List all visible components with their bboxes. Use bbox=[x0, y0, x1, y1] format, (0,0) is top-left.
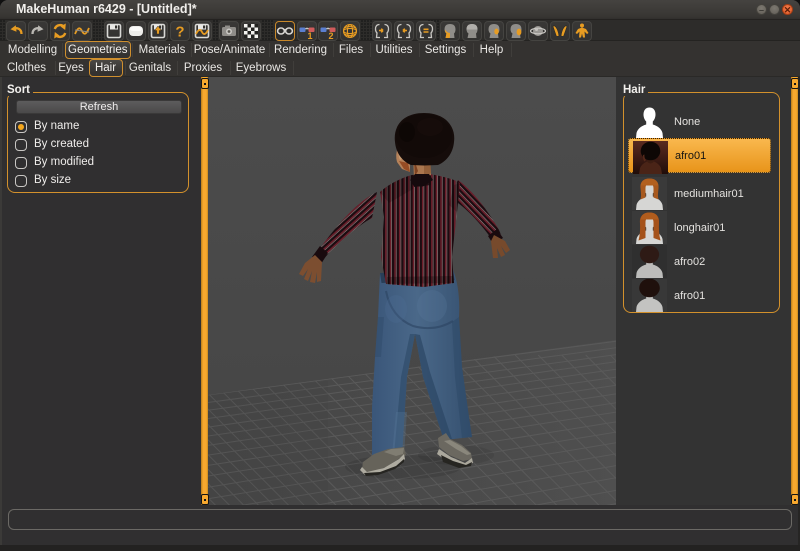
svg-text:?: ? bbox=[175, 23, 184, 40]
svg-text:1: 1 bbox=[307, 31, 312, 41]
svg-text:2: 2 bbox=[328, 31, 333, 41]
